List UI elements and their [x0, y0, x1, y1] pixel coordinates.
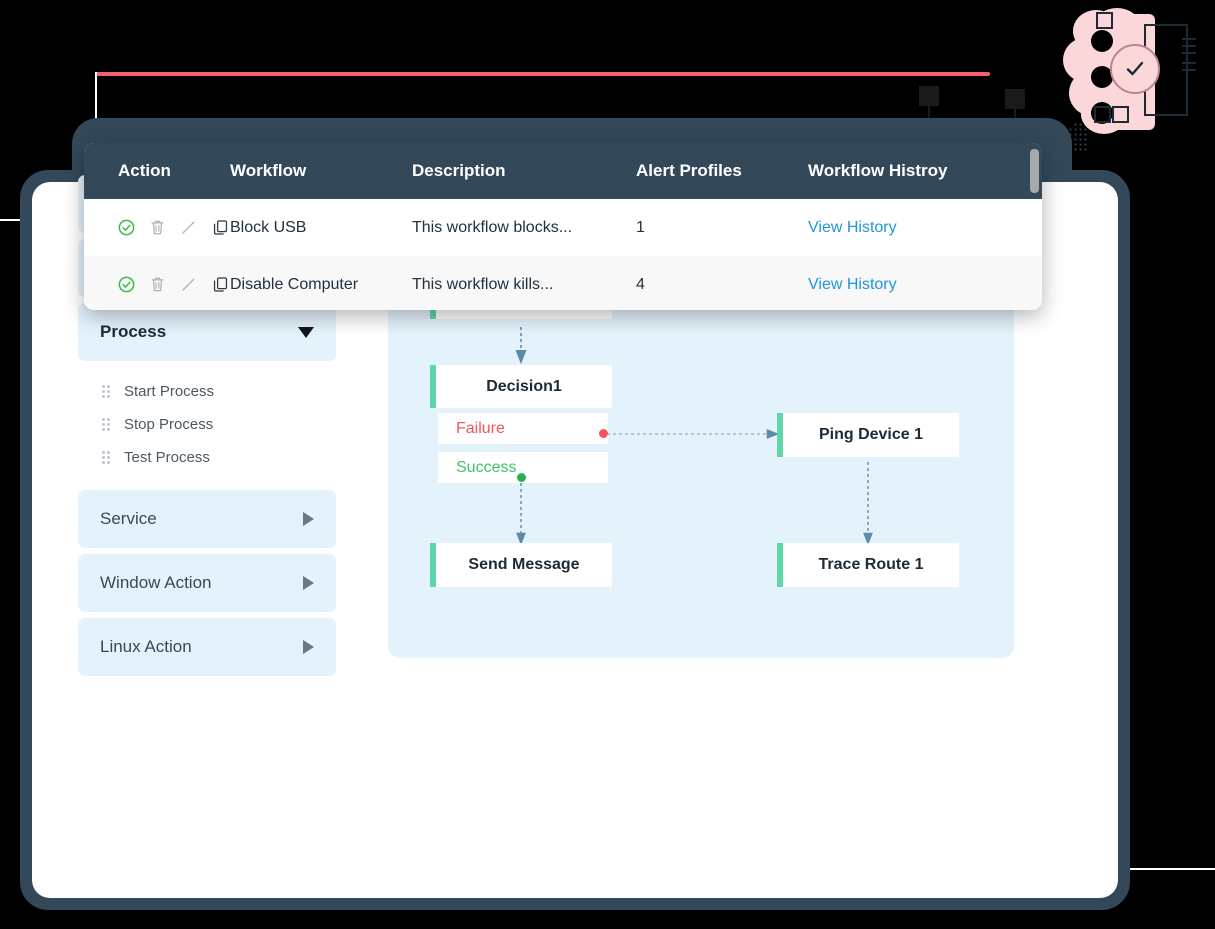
trash-icon[interactable] — [150, 276, 165, 293]
sidebar-item-label: Service — [100, 509, 157, 528]
process-action-list: Start Process Stop Process Test Process — [78, 361, 336, 488]
cell-workflow-history: View History — [808, 276, 1008, 294]
column-header-description: Description — [412, 161, 506, 180]
sidebar-item-label: Linux Action — [100, 637, 192, 656]
table-header-row: Action Workflow Description Alert Profil… — [84, 143, 1042, 199]
cell-description: This workflow kills... — [412, 275, 554, 293]
sidebar-item-label: Window Action — [100, 573, 212, 592]
table-row[interactable]: Disable Computer This workflow kills... … — [84, 256, 1042, 310]
node-label: Ping Device 1 — [818, 426, 924, 443]
table-scrollbar-thumb[interactable] — [1030, 149, 1039, 193]
list-item-label: Start Process — [124, 383, 215, 400]
node-label: Send Message — [468, 556, 580, 573]
node-label: Decision1 — [486, 377, 562, 395]
sidebar-item-process[interactable]: Process — [78, 303, 336, 361]
sidebar-item-window-action[interactable]: Window Action — [78, 554, 336, 612]
node-label: Trace Route 1 — [818, 556, 924, 573]
hanger-square-1 — [919, 86, 939, 106]
row-action-icons — [84, 276, 230, 293]
view-history-link[interactable]: View History — [808, 219, 897, 236]
workflow-table-card: Action Workflow Description Alert Profil… — [84, 143, 1042, 310]
column-header-alert-profiles: Alert Profiles — [636, 161, 742, 180]
list-item[interactable]: Test Process — [102, 441, 336, 474]
accent-rule — [95, 72, 990, 76]
hanger-square-2 — [1005, 89, 1025, 109]
workflow-node-send-message[interactable]: Send Message — [430, 543, 612, 587]
list-item[interactable]: Start Process — [102, 375, 336, 408]
workflow-node-decision1[interactable]: Decision1 — [430, 365, 612, 408]
failure-connector-dot[interactable] — [599, 429, 608, 438]
column-header-workflow-history: Workflow Histroy — [808, 161, 948, 180]
column-header-action: Action — [118, 161, 171, 180]
sidebar-item-linux-action[interactable]: Linux Action — [78, 618, 336, 676]
drag-handle-icon[interactable] — [102, 451, 110, 464]
branch-failure[interactable]: Failure — [438, 413, 608, 444]
success-connector-dot[interactable] — [517, 473, 526, 482]
view-history-link[interactable]: View History — [808, 276, 897, 293]
branch-label: Success — [456, 458, 517, 476]
cell-description: This workflow blocks... — [412, 218, 573, 236]
cell-alert-profiles: 1 — [636, 218, 645, 236]
cell-alert-profiles: 4 — [636, 275, 645, 293]
column-header-workflow: Workflow — [230, 161, 307, 180]
chevron-down-icon — [298, 326, 314, 338]
brain-icon — [1063, 8, 1155, 136]
cell-workflow: Block USB — [230, 218, 307, 236]
list-item-label: Stop Process — [124, 416, 214, 433]
chevron-right-icon — [303, 640, 314, 654]
drag-handle-icon[interactable] — [102, 418, 110, 431]
cell-workflow: Disable Computer — [230, 275, 359, 293]
sidebar-item-service[interactable]: Service — [78, 490, 336, 548]
drag-handle-icon[interactable] — [102, 385, 110, 398]
copy-icon[interactable] — [212, 219, 229, 236]
pencil-icon[interactable] — [180, 276, 197, 293]
table-row[interactable]: Block USB This workflow blocks... 1 View… — [84, 199, 1042, 256]
check-circle-icon[interactable] — [118, 219, 135, 236]
workflow-node-trace-route-1[interactable]: Trace Route 1 — [777, 543, 959, 587]
sidebar-item-label: Process — [100, 322, 167, 341]
copy-icon[interactable] — [212, 276, 229, 293]
cell-workflow-history: View History — [808, 219, 1008, 237]
check-circle-badge-icon — [1110, 44, 1160, 94]
check-circle-icon[interactable] — [118, 276, 135, 293]
row-action-icons — [84, 219, 230, 236]
chevron-right-icon — [303, 512, 314, 526]
list-item-label: Test Process — [124, 449, 210, 466]
chevron-right-icon — [303, 576, 314, 590]
trash-icon[interactable] — [150, 219, 165, 236]
branch-label: Failure — [456, 419, 505, 437]
pencil-icon[interactable] — [180, 219, 197, 236]
chip-icon — [1094, 12, 1196, 124]
workflow-node-ping-device-1-branch[interactable]: Ping Device 1 — [777, 413, 959, 457]
list-item[interactable]: Stop Process — [102, 408, 336, 441]
